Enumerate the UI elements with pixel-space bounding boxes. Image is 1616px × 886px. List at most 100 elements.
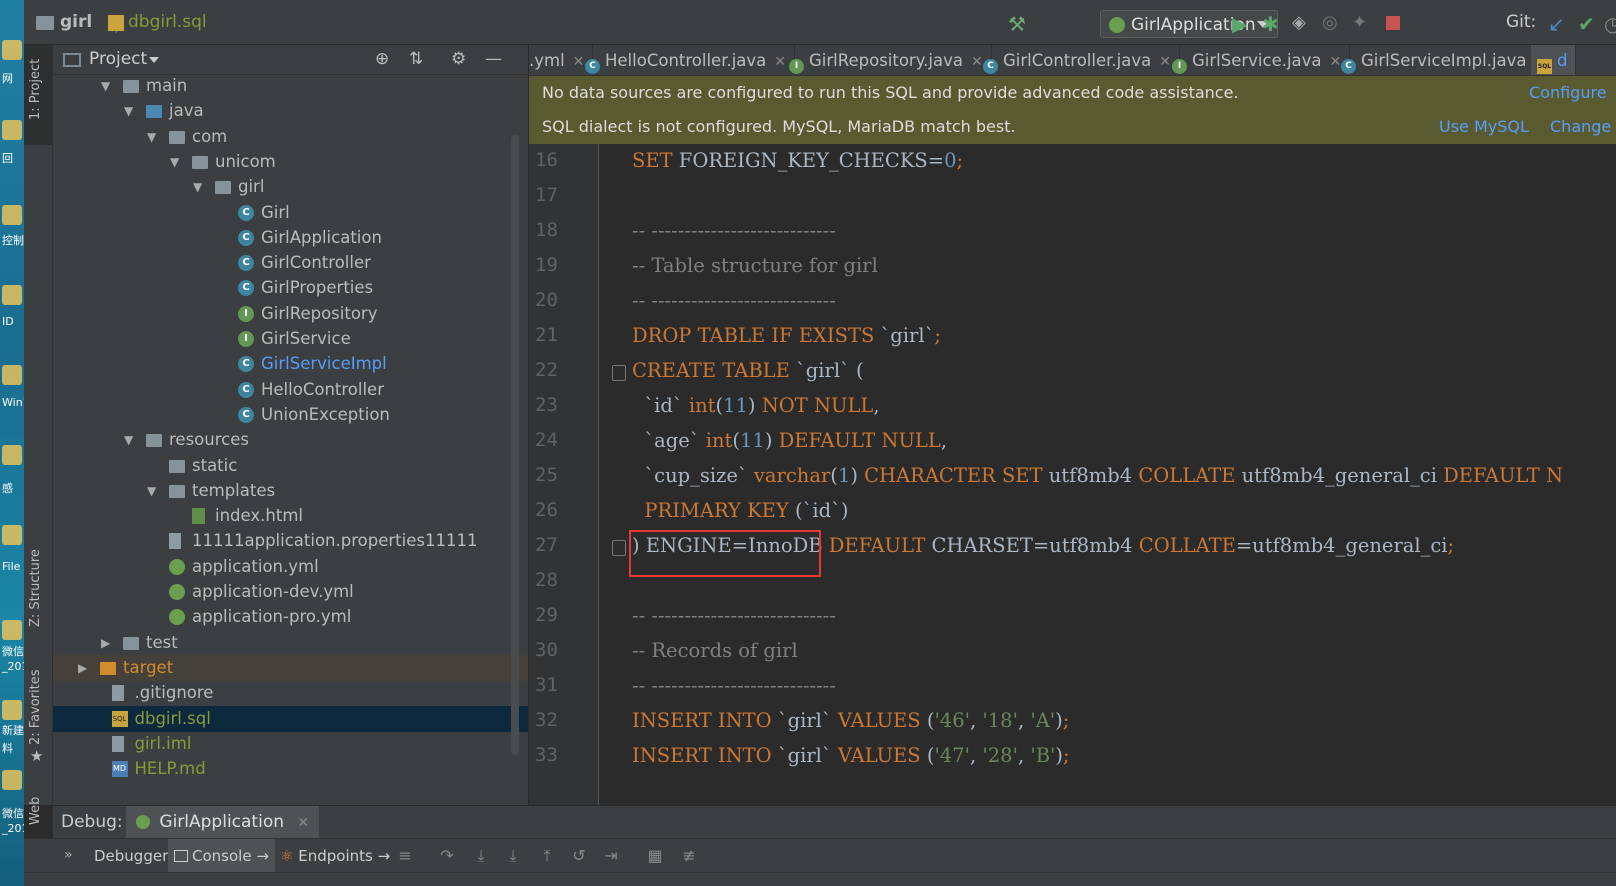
project-tool-label[interactable]: 1: Project	[28, 59, 43, 120]
step-out-icon[interactable]: ⤒	[538, 847, 556, 865]
project-scrollbar[interactable]	[511, 135, 519, 755]
tree-item[interactable]: application-pro.yml	[53, 604, 528, 630]
project-panel-title[interactable]: Project	[89, 49, 147, 69]
tree-item[interactable]: ▼ girl	[53, 174, 528, 200]
collapse-arrow-icon[interactable]: ▶	[101, 630, 110, 656]
desktop-shortcut-icon[interactable]	[2, 525, 22, 545]
expand-arrow-icon[interactable]: ▼	[170, 149, 179, 175]
tree-item[interactable]: application-dev.yml	[53, 579, 528, 605]
structure-tool-label[interactable]: Z: Structure	[28, 549, 43, 627]
tree-item[interactable]: 11111application.properties11111	[53, 528, 528, 554]
force-step-into-icon[interactable]: ⤓	[504, 847, 522, 865]
tree-item[interactable]: I GirlService	[53, 326, 528, 352]
coverage-icon[interactable]: ◈	[1292, 12, 1314, 34]
fold-marker-icon[interactable]	[612, 365, 626, 381]
tree-item[interactable]: C HelloController	[53, 377, 528, 403]
desktop-shortcut-icon[interactable]	[2, 445, 22, 465]
editor-tab[interactable]: C HelloController.java ✕	[579, 45, 796, 75]
tree-item[interactable]: ▼ main	[53, 73, 528, 99]
desktop-shortcut-icon[interactable]	[2, 285, 22, 305]
editor-tab[interactable]: SQL d	[1531, 45, 1577, 75]
tree-item[interactable]: ▼ templates	[53, 478, 528, 504]
class-icon: C	[238, 381, 254, 398]
tree-item[interactable]: I GirlRepository	[53, 301, 528, 327]
tree-item[interactable]: C Girl	[53, 200, 528, 226]
step-over-icon[interactable]: ↷	[438, 847, 456, 865]
git-update-icon[interactable]: ↙	[1548, 12, 1570, 36]
gear-icon[interactable]: ⚙	[451, 49, 466, 69]
debug-bug-icon[interactable]: ✱	[1262, 12, 1284, 36]
history-icon[interactable]: ◷	[1604, 12, 1616, 36]
drop-frame-icon[interactable]: ↺	[570, 847, 588, 865]
desktop-shortcut-icon[interactable]	[2, 40, 22, 60]
endpoints-tab[interactable]: ⚛ Endpoints →	[274, 839, 396, 873]
tree-item[interactable]: ▼ com	[53, 124, 528, 150]
expand-arrow-icon[interactable]: ▼	[124, 427, 133, 453]
collapse-all-icon[interactable]: ⇅	[409, 49, 423, 69]
use-mysql-link[interactable]: Use MySQL	[1439, 110, 1529, 144]
tree-item[interactable]: ▶ target	[53, 654, 528, 681]
tree-item[interactable]: girl.iml	[53, 731, 528, 757]
run-icon[interactable]: ▶	[1232, 12, 1254, 36]
breadcrumb-project[interactable]: girl	[60, 12, 92, 32]
trace-icon[interactable]: ≢	[680, 847, 698, 865]
tree-item-label: GirlRepository	[261, 303, 378, 323]
collapse-arrow-icon[interactable]: ▶	[78, 655, 87, 681]
debug-session-tab[interactable]: GirlApplication ✕	[126, 806, 320, 839]
console-tab[interactable]: Console →	[168, 839, 275, 873]
desktop-shortcut-icon[interactable]	[2, 620, 22, 640]
tree-item[interactable]: application.yml	[53, 554, 528, 580]
git-commit-icon[interactable]: ✔	[1578, 12, 1600, 36]
tree-item[interactable]: C GirlProperties	[53, 275, 528, 301]
tree-item[interactable]: SQL dbgirl.sql	[53, 705, 528, 732]
step-into-icon[interactable]: ⤓	[472, 847, 490, 865]
code-editor[interactable]: 16 17 18 19 20 21 22 23 24 25 26 27 28 29 30 31 32 33 SET…	[529, 144, 1616, 805]
tree-item[interactable]: ▼ resources	[53, 427, 528, 453]
editor-tab[interactable]: I GirlRepository.java ✕	[783, 45, 992, 75]
desktop-shortcut-icon[interactable]	[2, 365, 22, 385]
build-hammer-icon[interactable]: ⚒	[1008, 12, 1030, 36]
expand-icon[interactable]: »	[64, 847, 73, 863]
debug-tool-bar: Debug: GirlApplication ✕	[53, 805, 1616, 839]
run-to-cursor-icon[interactable]: ⇥	[602, 847, 620, 865]
desktop-shortcut-icon[interactable]	[2, 770, 22, 790]
web-tool-label[interactable]: Web	[28, 797, 43, 825]
tree-item[interactable]: C GirlServiceImpl	[53, 351, 528, 377]
chevron-down-icon[interactable]	[149, 57, 159, 63]
tree-item[interactable]: ▼ unicom	[53, 149, 528, 175]
menu-icon[interactable]: ≡	[396, 847, 414, 865]
desktop-shortcut-icon[interactable]	[2, 700, 22, 720]
editor-tab[interactable]: I GirlService.java ✕	[1166, 45, 1351, 75]
editor-tab-label: GirlRepository.java	[809, 51, 963, 70]
expand-arrow-icon[interactable]: ▼	[101, 73, 110, 99]
tree-item[interactable]: C GirlApplication	[53, 225, 528, 251]
close-icon[interactable]: ✕	[297, 815, 309, 831]
tree-item[interactable]: MD HELP.md	[53, 756, 528, 782]
desktop-shortcut-icon[interactable]	[2, 205, 22, 225]
stop-icon[interactable]	[1386, 16, 1400, 30]
expand-arrow-icon[interactable]: ▼	[147, 478, 156, 504]
favorites-tool-label[interactable]: 2: Favorites	[28, 669, 43, 745]
tree-item[interactable]: static	[53, 453, 528, 479]
tree-item[interactable]: .gitignore	[53, 680, 528, 706]
fold-marker-icon[interactable]	[612, 540, 626, 556]
tree-item[interactable]: C UnionException	[53, 402, 528, 428]
debugger-tab[interactable]: Debugger	[88, 839, 174, 873]
tree-item-label: resources	[169, 430, 249, 450]
breadcrumb-file[interactable]: dbgirl.sql	[128, 12, 207, 32]
evaluate-icon[interactable]: ▦	[646, 847, 664, 865]
profile-icon[interactable]: ◎	[1322, 12, 1344, 34]
editor-tab[interactable]: C GirlController.java ✕	[977, 45, 1180, 75]
tree-item[interactable]: C GirlController	[53, 250, 528, 276]
expand-arrow-icon[interactable]: ▼	[193, 174, 202, 200]
tree-item[interactable]: ▼ java	[53, 98, 528, 124]
locate-target-icon[interactable]: ⊕	[375, 49, 389, 69]
tree-item[interactable]: index.html	[53, 503, 528, 529]
expand-arrow-icon[interactable]: ▼	[124, 98, 133, 124]
editor-tab[interactable]: CGirlServiceImpl.java✕	[1335, 45, 1556, 75]
attach-icon[interactable]: ✦	[1352, 12, 1374, 34]
desktop-shortcut-icon[interactable]	[2, 120, 22, 140]
minimize-icon[interactable]: —	[485, 49, 502, 69]
expand-arrow-icon[interactable]: ▼	[147, 124, 156, 150]
tree-item[interactable]: ▶ test	[53, 630, 528, 656]
